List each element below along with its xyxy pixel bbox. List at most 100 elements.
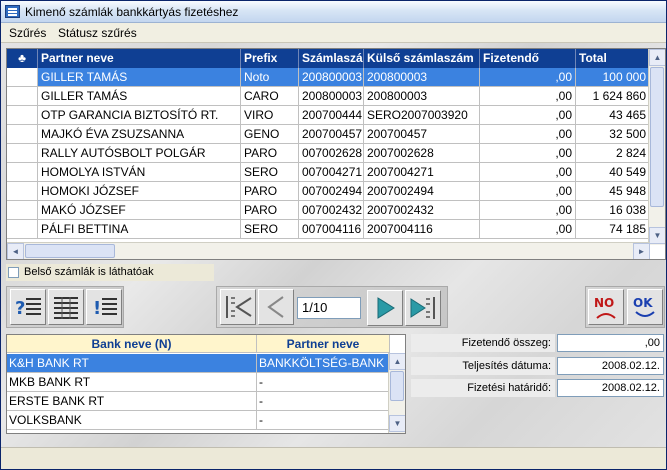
cell-kulso[interactable]: 2007004116: [364, 220, 480, 238]
ok-button[interactable]: OK: [627, 289, 663, 325]
belso-szamlak-checkbox[interactable]: Belső számlák is láthatóak: [6, 264, 214, 281]
cell-bank-partner[interactable]: -: [257, 411, 390, 429]
col-szamlaszam[interactable]: Számlaszá: [299, 49, 364, 68]
cell-fizetendo[interactable]: ,00: [480, 201, 576, 219]
cell-fizetendo[interactable]: ,00: [480, 182, 576, 200]
cell-partner[interactable]: RALLY AUTÓSBOLT POLGÁR: [38, 144, 241, 162]
horizontal-scroll-thumb[interactable]: [25, 244, 115, 258]
col-partner-neve[interactable]: Partner neve: [38, 49, 241, 68]
cell-total[interactable]: 40 549: [576, 163, 650, 181]
bank-scroll-up-icon[interactable]: ▲: [389, 353, 405, 370]
col-kulso-szamlaszam[interactable]: Külső számlaszám: [364, 49, 480, 68]
scroll-thumb[interactable]: [650, 67, 664, 207]
cell-szamlaszam[interactable]: 200800003: [299, 68, 364, 86]
cell-total[interactable]: 45 948: [576, 182, 650, 200]
cell-kulso[interactable]: 2007004271: [364, 163, 480, 181]
row-indicator[interactable]: [7, 163, 38, 181]
cell-total[interactable]: 74 185: [576, 220, 650, 238]
table-row[interactable]: HOMOKI JÓZSEF PARO 007002494 2007002494,00 4…: [7, 182, 665, 201]
cell-total[interactable]: 16 038: [576, 201, 650, 219]
cell-szamlaszam[interactable]: 200800003: [299, 87, 364, 105]
cell-prefix[interactable]: PARO: [241, 201, 299, 219]
cell-total[interactable]: 100 000: [576, 68, 650, 86]
row-indicator[interactable]: [7, 125, 38, 143]
cell-prefix[interactable]: PARO: [241, 182, 299, 200]
cell-szamlaszam[interactable]: 007002432: [299, 201, 364, 219]
list-item[interactable]: ERSTE BANK RT -: [7, 392, 390, 411]
table-view-button[interactable]: [48, 289, 84, 325]
row-indicator[interactable]: [7, 220, 38, 238]
bank-vertical-scrollbar[interactable]: ▲ ▼: [388, 353, 405, 433]
cell-total[interactable]: 43 465: [576, 106, 650, 124]
cell-prefix[interactable]: CARO: [241, 87, 299, 105]
cell-partner[interactable]: MAKÓ JÓZSEF: [38, 201, 241, 219]
teljesites-field[interactable]: 2008.02.12.: [557, 357, 664, 375]
fizetendo-field[interactable]: ,00: [557, 334, 664, 352]
first-page-button[interactable]: [220, 289, 256, 325]
cell-prefix[interactable]: PARO: [241, 144, 299, 162]
cell-kulso[interactable]: 200700457: [364, 125, 480, 143]
no-button[interactable]: NO: [588, 289, 624, 325]
row-indicator[interactable]: [7, 201, 38, 219]
prev-page-button[interactable]: [258, 289, 294, 325]
cell-fizetendo[interactable]: ,00: [480, 144, 576, 162]
cell-fizetendo[interactable]: ,00: [480, 106, 576, 124]
alert-list-button[interactable]: !: [86, 289, 122, 325]
cell-szamlaszam[interactable]: 007002494: [299, 182, 364, 200]
cell-bank-name[interactable]: VOLKSBANK: [7, 411, 257, 429]
cell-partner[interactable]: GILLER TAMÁS: [38, 68, 241, 86]
cell-szamlaszam[interactable]: 007004271: [299, 163, 364, 181]
cell-fizetendo[interactable]: ,00: [480, 163, 576, 181]
cell-kulso[interactable]: 2007002628: [364, 144, 480, 162]
last-page-button[interactable]: [405, 290, 441, 326]
cell-bank-partner[interactable]: -: [257, 373, 390, 391]
invoice-horizontal-scrollbar[interactable]: ◄ ►: [7, 242, 650, 259]
cell-prefix[interactable]: SERO: [241, 163, 299, 181]
scroll-left-icon[interactable]: ◄: [7, 243, 24, 259]
cell-partner[interactable]: HOMOKI JÓZSEF: [38, 182, 241, 200]
hatarido-field[interactable]: 2008.02.12.: [557, 379, 664, 397]
cell-kulso[interactable]: 2007002494: [364, 182, 480, 200]
cell-bank-partner[interactable]: -: [257, 392, 390, 410]
cell-partner[interactable]: HOMOLYA ISTVÁN: [38, 163, 241, 181]
next-page-button[interactable]: [367, 290, 403, 326]
scroll-up-icon[interactable]: ▲: [649, 49, 665, 66]
cell-partner[interactable]: OTP GARANCIA BIZTOSÍTÓ RT.: [38, 106, 241, 124]
table-row[interactable]: OTP GARANCIA BIZTOSÍTÓ RT. VIRO 200700444 S…: [7, 106, 665, 125]
row-indicator[interactable]: [7, 106, 38, 124]
scroll-right-icon[interactable]: ►: [633, 243, 650, 259]
col-bank-partner-neve[interactable]: Partner neve: [257, 335, 390, 353]
col-fizetendo[interactable]: Fizetendő: [480, 49, 576, 68]
help-list-button[interactable]: ?: [10, 289, 46, 325]
list-item[interactable]: VOLKSBANK -: [7, 411, 390, 430]
cell-szamlaszam[interactable]: 200700444: [299, 106, 364, 124]
menu-statusz-szures[interactable]: Státusz szűrés: [58, 26, 137, 40]
row-indicator[interactable]: [7, 87, 38, 105]
cell-fizetendo[interactable]: ,00: [480, 220, 576, 238]
row-indicator[interactable]: [7, 144, 38, 162]
cell-kulso[interactable]: 200800003: [364, 87, 480, 105]
cell-partner[interactable]: PÁLFI BETTINA: [38, 220, 241, 238]
page-indicator-field[interactable]: 1/10: [297, 297, 361, 319]
cell-bank-name[interactable]: MKB BANK RT: [7, 373, 257, 391]
cell-total[interactable]: 1 624 860: [576, 87, 650, 105]
invoice-vertical-scrollbar[interactable]: ▲ ▼: [648, 49, 665, 245]
row-indicator[interactable]: [7, 68, 38, 86]
bank-scroll-down-icon[interactable]: ▼: [389, 415, 405, 432]
table-row[interactable]: GILLER TAMÁS CARO 200800003 200800003,00 1 6…: [7, 87, 665, 106]
cell-szamlaszam[interactable]: 007002628: [299, 144, 364, 162]
cell-total[interactable]: 32 500: [576, 125, 650, 143]
list-item[interactable]: MKB BANK RT -: [7, 373, 390, 392]
cell-bank-partner[interactable]: BANKKÖLTSÉG-BANK: [257, 354, 390, 372]
cell-prefix[interactable]: GENO: [241, 125, 299, 143]
table-row[interactable]: GILLER TAMÁS Noto 200800003 200800003,00 100…: [7, 68, 665, 87]
invoice-grid[interactable]: ♣ Partner neve Prefix Számlaszá Külső sz…: [6, 48, 666, 260]
cell-total[interactable]: 2 824: [576, 144, 650, 162]
cell-prefix[interactable]: Noto: [241, 68, 299, 86]
cell-fizetendo[interactable]: ,00: [480, 125, 576, 143]
cell-fizetendo[interactable]: ,00: [480, 68, 576, 86]
col-prefix[interactable]: Prefix: [241, 49, 299, 68]
cell-szamlaszam[interactable]: 007004116: [299, 220, 364, 238]
cell-prefix[interactable]: SERO: [241, 220, 299, 238]
cell-partner[interactable]: GILLER TAMÁS: [38, 87, 241, 105]
